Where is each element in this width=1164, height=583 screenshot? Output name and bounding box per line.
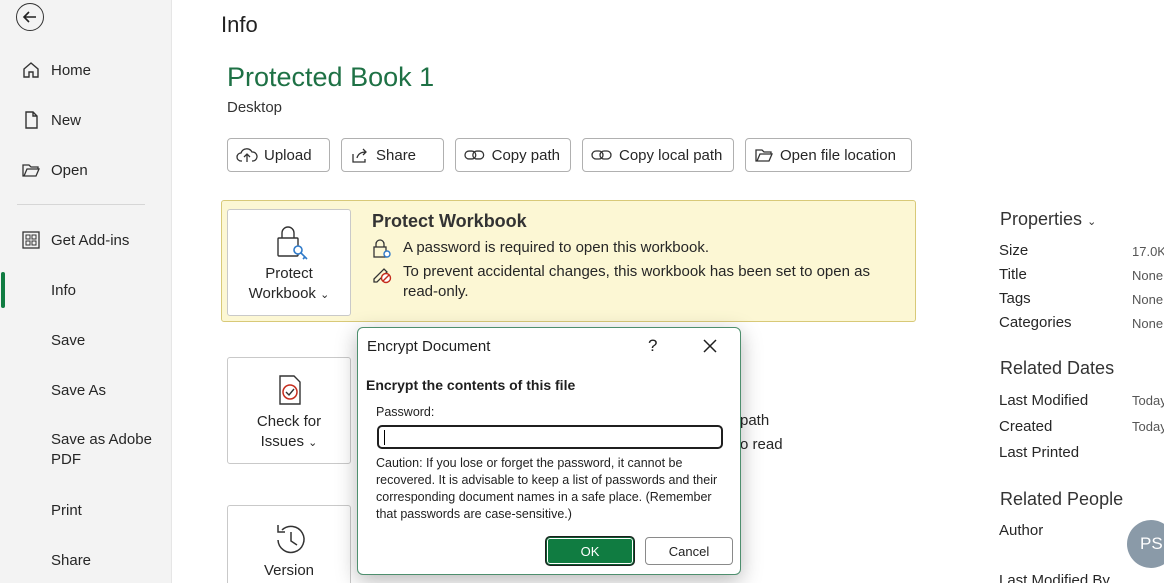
- nav-save-as-label: Save As: [51, 381, 107, 399]
- help-button[interactable]: ?: [648, 336, 662, 356]
- nav-home-label: Home: [51, 61, 92, 79]
- date-last-printed-key: Last Printed: [999, 444, 1080, 461]
- date-created-key: Created: [999, 418, 1053, 435]
- protect-workbook-button[interactable]: Protect Workbook ⌄: [227, 209, 351, 316]
- open-file-location-label: Open file location: [780, 146, 896, 164]
- check-issues-label-2: Issues: [260, 433, 304, 450]
- prop-size-key: Size: [999, 242, 1029, 259]
- share-icon: [352, 148, 367, 163]
- caution-text: Caution: If you lose or forget the passw…: [376, 456, 718, 521]
- nav-save-label: Save: [51, 331, 86, 349]
- backstage-sidebar: Home New Open Get Add-ins Info Save Save…: [0, 0, 172, 583]
- add-ins-grid-icon: [21, 231, 40, 249]
- new-document-icon: [24, 111, 38, 129]
- copy-path-button[interactable]: Copy path: [455, 138, 571, 172]
- related-people-heading: Related People: [1000, 489, 1124, 509]
- protect-tile-label-2: Workbook: [248, 285, 316, 302]
- nav-print[interactable]: Print: [0, 490, 172, 530]
- related-dates-heading: Related Dates: [1000, 358, 1115, 378]
- nav-get-add-ins[interactable]: Get Add-ins: [0, 220, 172, 260]
- upload-button[interactable]: Upload: [227, 138, 330, 172]
- back-arrow-icon: [22, 11, 36, 23]
- check-for-issues-button[interactable]: Check for Issues ⌄: [227, 357, 351, 464]
- prop-title-value[interactable]: None: [1132, 268, 1163, 283]
- author-key: Author: [999, 522, 1044, 539]
- check-issues-label-1: Check for: [256, 413, 322, 430]
- folder-open-icon: [755, 149, 773, 162]
- encrypt-document-dialog: Encrypt Document ? Encrypt the contents …: [357, 327, 741, 575]
- last-modified-by-key: Last Modified By: [999, 572, 1110, 583]
- upload-label: Upload: [264, 146, 312, 164]
- dialog-subtitle: Encrypt the contents of this file: [366, 377, 576, 393]
- nav-share-label: Share: [51, 551, 92, 569]
- version-history-button[interactable]: Version: [227, 505, 351, 583]
- date-last-modified-key: Last Modified: [999, 392, 1089, 409]
- nav-save-as-adobe-pdf[interactable]: Save as Adobe PDF: [51, 430, 161, 470]
- prop-categories-key: Categories: [999, 314, 1072, 331]
- date-last-modified-value: Today: [1132, 393, 1164, 408]
- nav-open-label: Open: [51, 161, 88, 179]
- text-caret: [384, 430, 385, 445]
- nav-open[interactable]: Open: [0, 150, 172, 190]
- inspect-document-icon: [279, 375, 301, 405]
- version-label: Version: [263, 562, 315, 579]
- link-icon: [464, 150, 485, 160]
- lock-key-icon: [277, 226, 308, 260]
- dialog-title: Encrypt Document: [367, 338, 491, 355]
- inspect-text-fragment-2: o read: [740, 436, 783, 453]
- protect-line-1: A password is required to open this work…: [403, 239, 709, 256]
- share-button[interactable]: Share: [341, 138, 444, 172]
- nav-get-add-ins-label: Get Add-ins: [51, 231, 130, 249]
- folder-open-icon: [21, 164, 40, 177]
- copy-path-label: Copy path: [491, 146, 560, 164]
- document-location: Desktop: [227, 99, 283, 116]
- prop-tags-value[interactable]: None: [1132, 292, 1163, 307]
- nav-info-label: Info: [51, 281, 77, 299]
- back-button[interactable]: [16, 3, 44, 31]
- avatar[interactable]: PS: [1127, 520, 1164, 568]
- nav-new-label: New: [51, 111, 82, 129]
- date-created-value: Today: [1132, 419, 1164, 434]
- home-icon: [22, 62, 39, 78]
- password-label: Password:: [376, 405, 435, 419]
- chevron-down-icon: ⌄: [1087, 216, 1097, 228]
- prop-categories-value[interactable]: None: [1132, 316, 1163, 331]
- copy-local-path-button[interactable]: Copy local path: [582, 138, 734, 172]
- password-input[interactable]: [377, 425, 723, 449]
- nav-save-as[interactable]: Save As: [0, 370, 172, 410]
- cloud-upload-icon: [236, 148, 258, 162]
- protect-tile-label-1: Protect: [265, 265, 313, 282]
- open-file-location-button[interactable]: Open file location: [745, 138, 912, 172]
- nav-save[interactable]: Save: [0, 320, 172, 360]
- nav-share[interactable]: Share: [0, 540, 172, 580]
- read-only-pencil-icon: [373, 268, 392, 284]
- cancel-button[interactable]: Cancel: [645, 537, 733, 565]
- password-lock-icon: [373, 239, 391, 258]
- nav-new[interactable]: New: [0, 100, 172, 140]
- nav-home[interactable]: Home: [0, 50, 172, 90]
- nav-info[interactable]: Info: [0, 270, 172, 310]
- link-icon: [591, 150, 612, 160]
- protect-heading: Protect Workbook: [372, 211, 527, 231]
- close-icon: [703, 339, 717, 353]
- prop-size-value: 17.0K: [1132, 244, 1164, 259]
- history-clock-icon: [277, 525, 305, 554]
- ok-button[interactable]: OK: [546, 537, 634, 565]
- nav-separator: [17, 204, 145, 205]
- protect-line-2: To prevent accidental changes, this work…: [403, 263, 870, 300]
- prop-tags-key: Tags: [999, 290, 1031, 307]
- document-title: Protected Book 1: [227, 62, 435, 92]
- inspect-text-fragment-1: path: [740, 412, 770, 429]
- page-title: Info: [221, 12, 258, 37]
- nav-print-label: Print: [51, 501, 82, 519]
- chevron-down-icon: ⌄: [308, 437, 318, 449]
- properties-heading[interactable]: Properties ⌄: [1000, 209, 1096, 230]
- close-button[interactable]: [700, 336, 720, 356]
- chevron-down-icon: ⌄: [320, 289, 330, 301]
- copy-local-path-label: Copy local path: [619, 146, 723, 164]
- prop-title-key: Title: [999, 266, 1027, 283]
- share-label: Share: [376, 146, 417, 164]
